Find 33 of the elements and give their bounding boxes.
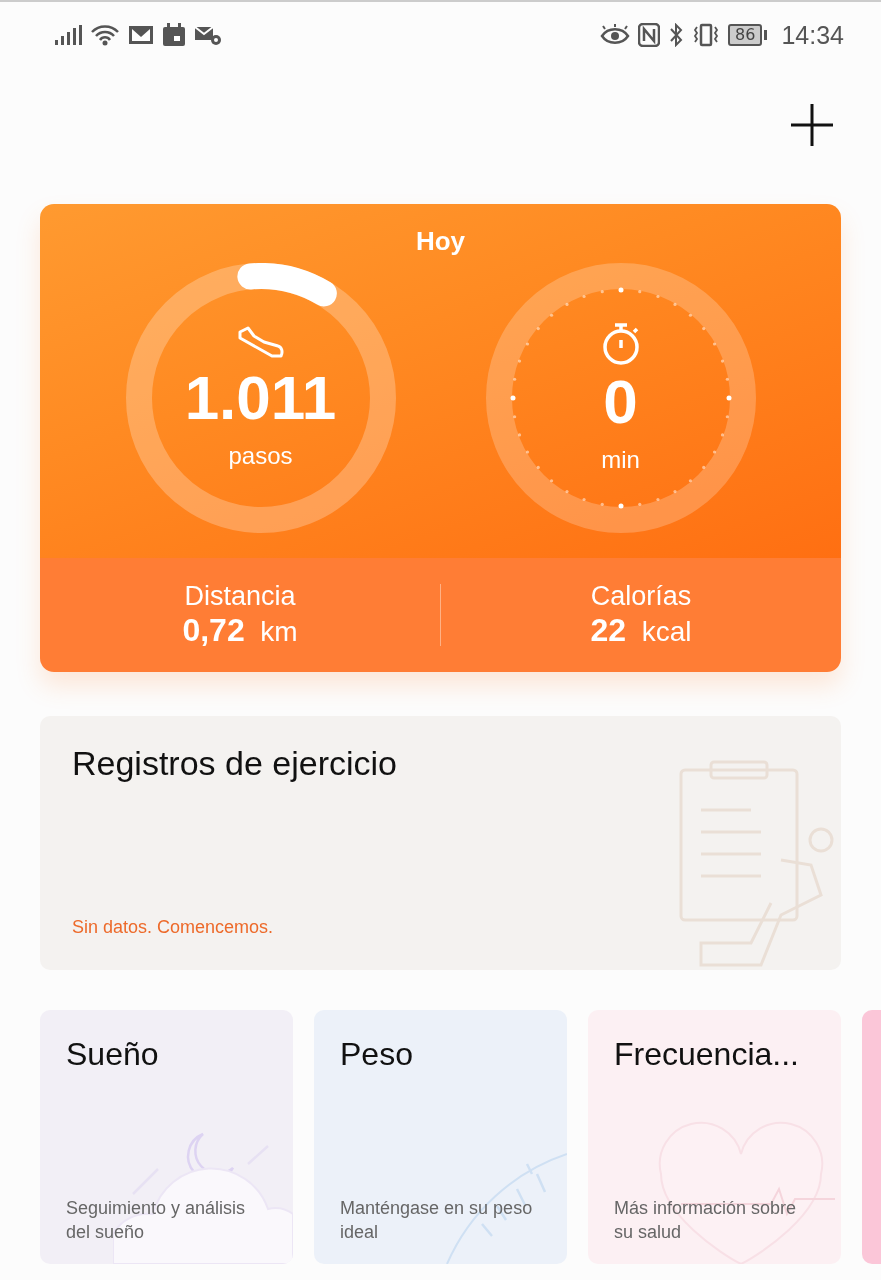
bluetooth-icon <box>668 23 685 47</box>
stat-value: 22 kcal <box>590 612 692 649</box>
stat-label: Distancia <box>184 581 296 612</box>
health-card[interactable]: Sueño Seguimiento y análisis del sueño <box>40 1010 293 1264</box>
card-description: Manténgase en su peso ideal <box>340 1197 534 1244</box>
calendar-icon <box>162 23 186 47</box>
health-card[interactable]: Frecuencia... Más información sobre su salud <box>588 1010 841 1264</box>
stat-value: 0,72 km <box>182 612 298 649</box>
stopwatch-icon <box>600 322 641 367</box>
stat-label: Calorías <box>590 581 692 612</box>
wifi-icon <box>90 24 120 46</box>
card-title: Registros de ejercicio <box>72 744 398 783</box>
mail-icon <box>128 24 154 46</box>
add-icon[interactable] <box>789 102 835 148</box>
steps-value: 1.011 <box>184 362 337 434</box>
eye-icon <box>600 24 631 46</box>
active-minutes-unit: min <box>601 445 640 474</box>
card-description: Seguimiento y análisis del sueño <box>66 1197 247 1244</box>
active-minutes-value: 0 <box>603 366 638 438</box>
exercise-card[interactable]: Registros de ejercicio Sin datos. Comencemos. <box>40 716 841 970</box>
clock-time: 14:34 <box>781 20 844 50</box>
card-title: Frecuencia... <box>614 1036 800 1073</box>
card-title: Peso <box>340 1036 414 1073</box>
card-description: Más información sobre su salud <box>614 1197 798 1244</box>
vibrate-icon <box>692 23 721 47</box>
card-title: Hoy <box>415 226 466 257</box>
empty-message: Sin datos. Comencemos. <box>72 917 275 938</box>
steps-unit: pasos <box>228 441 293 470</box>
mail-settings-icon <box>194 24 222 46</box>
signal-icon <box>54 25 82 45</box>
health-card[interactable]: Peso Manténgase en su peso ideal <box>314 1010 567 1264</box>
card-title: Sueño <box>66 1036 160 1073</box>
nfc-icon <box>638 23 661 47</box>
